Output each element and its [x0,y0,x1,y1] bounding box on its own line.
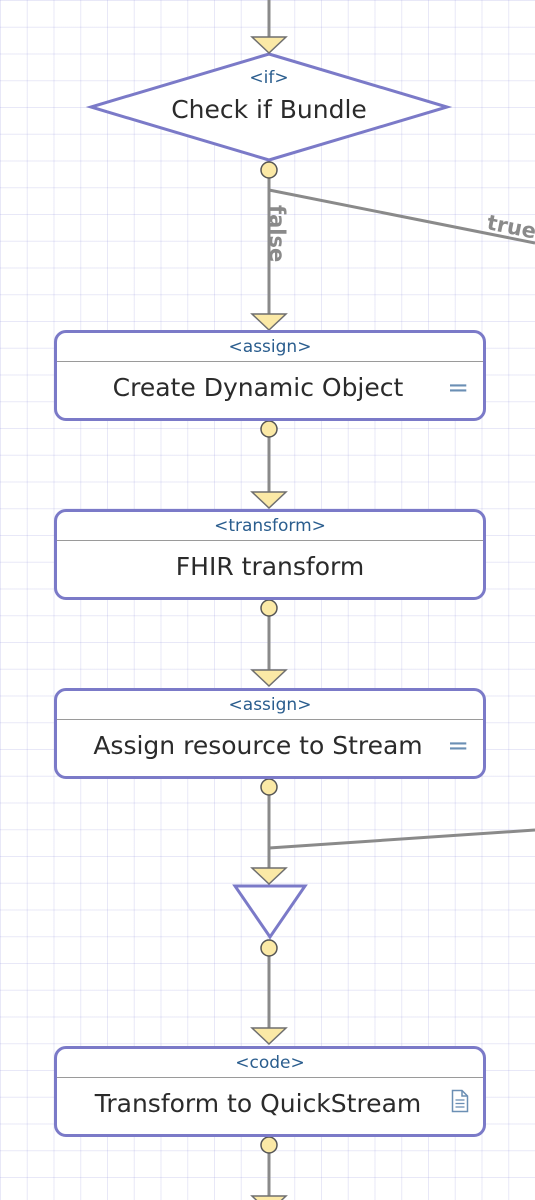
output-port-icon[interactable] [260,161,278,179]
if-tag: <if> [249,68,288,88]
join-node[interactable] [232,884,308,940]
node-label: Assign resource to Stream [93,731,423,760]
output-port-icon[interactable] [260,778,278,796]
node-label: Create Dynamic Object [112,373,404,402]
assign-equals-icon: = [447,731,469,761]
output-port-icon[interactable] [260,939,278,957]
node-label: Transform to QuickStream [94,1089,422,1118]
connector-line-join[interactable] [268,828,535,850]
node-assign-resource-to-stream[interactable]: <assign> Assign resource to Stream = [54,688,486,779]
node-transform-to-quickstream[interactable]: <code> Transform to QuickStream [54,1046,486,1137]
output-port-icon[interactable] [260,420,278,438]
input-arrow-icon[interactable] [250,36,288,55]
node-label: FHIR transform [175,552,365,581]
node-create-dynamic-object[interactable]: <assign> Create Dynamic Object = [54,330,486,421]
input-arrow-icon[interactable] [250,1195,288,1200]
branch-label-false: false [265,205,289,262]
output-port-icon[interactable] [260,1136,278,1154]
input-arrow-icon[interactable] [250,313,288,332]
node-tag: <assign> [57,333,483,362]
input-arrow-icon[interactable] [250,1027,288,1046]
diagram-canvas[interactable]: <if> Check if Bundle false true <assign>… [0,0,535,1200]
node-tag: <code> [57,1049,483,1078]
input-arrow-icon[interactable] [250,491,288,510]
connector-layer: <if> Check if Bundle false true [85,0,535,1200]
if-label: Check if Bundle [171,95,367,124]
document-icon [451,1089,469,1113]
assign-equals-icon: = [447,373,469,403]
node-tag: <assign> [57,691,483,720]
input-arrow-icon[interactable] [250,669,288,688]
branch-label-true: true [485,210,535,243]
node-tag: <transform> [57,512,483,541]
output-port-icon[interactable] [260,599,278,617]
input-arrow-icon[interactable] [250,867,288,886]
node-fhir-transform[interactable]: <transform> FHIR transform [54,509,486,600]
